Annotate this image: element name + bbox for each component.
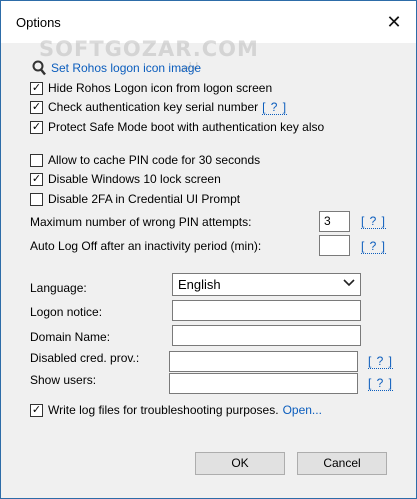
disable-2fa-checkbox[interactable]: Disable 2FA in Credential UI Prompt (30, 191, 240, 207)
domain-name-label: Domain Name: (30, 330, 111, 344)
write-logs-checkbox[interactable]: ✓ Write log files for troubleshooting pu… (30, 402, 322, 418)
max-wrong-pin-help[interactable]: [ ? ] (361, 214, 387, 229)
checkbox-label: Hide Rohos Logon icon from logon screen (48, 81, 273, 95)
hide-logon-icon-checkbox[interactable]: ✓ Hide Rohos Logon icon from logon scree… (30, 80, 272, 96)
checkbox-box[interactable]: ✓ (30, 100, 43, 114)
help-link[interactable]: [ ? ] (262, 100, 288, 115)
check-serial-checkbox[interactable]: ✓ Check authentication key serial number… (30, 99, 288, 115)
checkbox-box[interactable]: ✓ (30, 120, 43, 134)
open-logs-link[interactable]: Open... (283, 403, 322, 417)
checkbox-box[interactable] (30, 153, 43, 167)
disabled-cred-label: Disabled cred. prov.: (30, 351, 140, 365)
checkbox-label: Allow to cache PIN code for 30 seconds (48, 153, 261, 167)
show-users-input[interactable] (169, 373, 358, 394)
auto-logoff-input[interactable] (319, 235, 350, 256)
checkbox-label: Protect Safe Mode boot with authenticati… (48, 120, 325, 134)
logon-notice-label: Logon notice: (30, 305, 103, 319)
disabled-cred-help[interactable]: [ ? ] (368, 354, 394, 369)
options-dialog: Options ✕ SOFTGOZAR.COM اولین Set Rohos … (0, 0, 417, 499)
disabled-cred-input[interactable] (169, 351, 358, 372)
search-icon (32, 60, 46, 76)
checkbox-box[interactable] (30, 192, 43, 206)
max-wrong-pin-input[interactable]: 3 (319, 211, 350, 232)
checkbox-box[interactable]: ✓ (30, 172, 43, 186)
cache-pin-checkbox[interactable]: Allow to cache PIN code for 30 seconds (30, 152, 260, 168)
protect-safe-mode-checkbox[interactable]: ✓ Protect Safe Mode boot with authentica… (30, 119, 324, 135)
ok-button[interactable]: OK (195, 452, 285, 475)
language-value: English (178, 277, 221, 292)
chevron-down-icon (343, 276, 355, 293)
checkbox-label: Disable 2FA in Credential UI Prompt (48, 192, 241, 206)
disable-lock-screen-checkbox[interactable]: ✓ Disable Windows 10 lock screen (30, 171, 221, 187)
language-select[interactable]: English (172, 273, 361, 296)
logon-notice-input[interactable] (172, 300, 361, 321)
auto-logoff-label: Auto Log Off after an inactivity period … (30, 239, 262, 253)
title-bar: Options ✕ (1, 1, 416, 43)
window-title: Options (16, 15, 61, 30)
checkbox-label: Write log files for troubleshooting purp… (48, 403, 279, 417)
language-label: Language: (30, 281, 87, 295)
auto-logoff-help[interactable]: [ ? ] (361, 239, 387, 254)
cancel-button[interactable]: Cancel (297, 452, 387, 475)
close-icon: ✕ (386, 12, 402, 32)
show-users-label: Show users: (30, 373, 97, 387)
checkbox-label: Disable Windows 10 lock screen (48, 172, 221, 186)
domain-name-input[interactable] (172, 325, 361, 346)
checkbox-box[interactable]: ✓ (30, 403, 43, 417)
set-logon-icon-link[interactable]: Set Rohos logon icon image (51, 61, 201, 75)
checkbox-box[interactable]: ✓ (30, 81, 43, 95)
close-button[interactable]: ✕ (380, 9, 408, 35)
max-wrong-pin-label: Maximum number of wrong PIN attempts: (30, 215, 252, 229)
checkbox-label: Check authentication key serial number (48, 100, 259, 114)
show-users-help[interactable]: [ ? ] (368, 376, 394, 391)
